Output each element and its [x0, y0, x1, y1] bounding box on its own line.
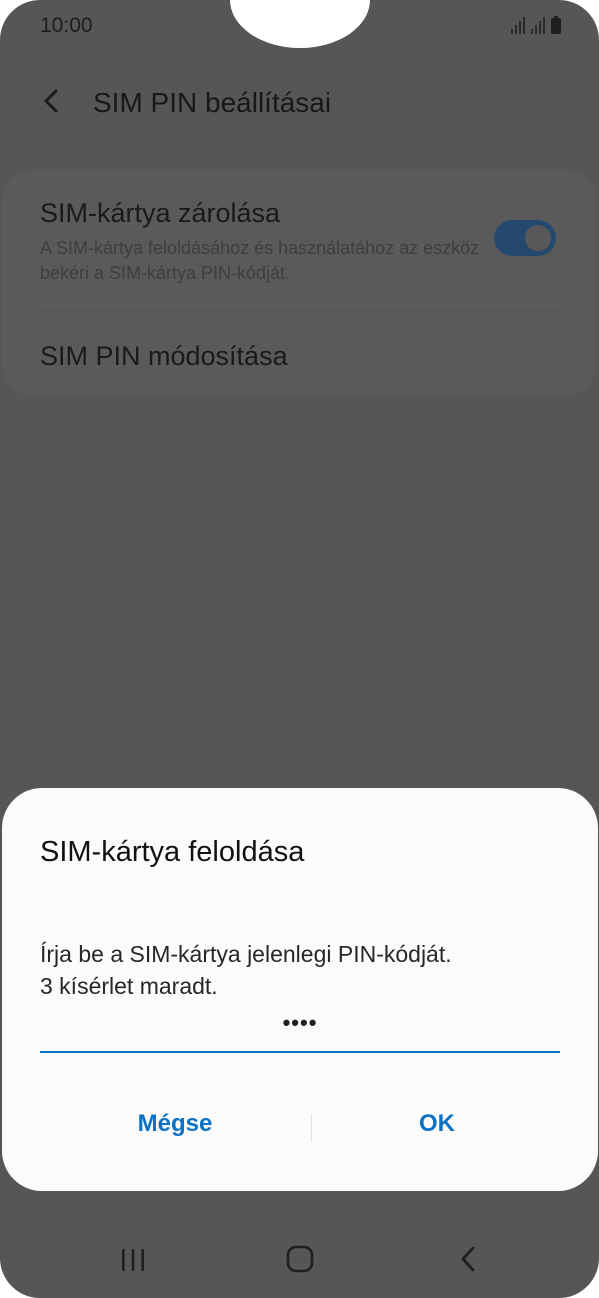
ok-button[interactable]: OK	[362, 1110, 512, 1138]
dialog-message-line1: Írja be a SIM-kártya jelenlegi PIN-kódjá…	[40, 941, 452, 967]
back-icon[interactable]	[455, 1244, 481, 1274]
page-title: SIM PIN beállításai	[93, 87, 332, 118]
status-bar: 10:00	[0, 0, 599, 56]
sim-lock-title: SIM-kártya zárolása	[40, 198, 281, 228]
toggle-knob	[522, 222, 554, 254]
dialog-buttons: Mégse OK	[2, 1098, 598, 1158]
sim-lock-description: A SIM-kártya feloldásához és használatáh…	[40, 238, 480, 283]
status-icons	[511, 16, 561, 34]
sim-lock-toggle[interactable]	[494, 220, 556, 256]
pin-input[interactable]: ••••	[40, 1008, 560, 1053]
dialog-title: SIM-kártya feloldása	[40, 836, 305, 868]
change-pin-row[interactable]: SIM PIN módosítása	[2, 311, 596, 396]
pin-input-value: ••••	[282, 1010, 318, 1035]
dialog-message: Írja be a SIM-kártya jelenlegi PIN-kódjá…	[40, 938, 570, 1002]
home-icon[interactable]	[285, 1244, 315, 1274]
recents-icon[interactable]	[118, 1246, 148, 1274]
settings-card: SIM-kártya zárolása A SIM-kártya feloldá…	[2, 170, 596, 396]
button-separator	[311, 1114, 312, 1142]
unlock-sim-dialog: SIM-kártya feloldása Írja be a SIM-kárty…	[2, 788, 598, 1191]
chevron-left-icon[interactable]	[38, 86, 68, 116]
cancel-button[interactable]: Mégse	[100, 1110, 250, 1138]
signal-icon	[531, 16, 545, 34]
app-bar: SIM PIN beállításai	[0, 70, 599, 134]
status-time: 10:00	[40, 14, 93, 37]
signal-icon	[511, 16, 525, 34]
battery-icon	[551, 16, 561, 34]
sim-lock-row[interactable]: SIM-kártya zárolása A SIM-kártya feloldá…	[2, 170, 596, 310]
change-pin-title: SIM PIN módosítása	[40, 341, 288, 371]
phone-screen: 10:00 SIM PIN beállításai SIM-kártya zár…	[0, 0, 599, 1298]
attempts-remaining: 3 kísérlet maradt.	[40, 973, 218, 999]
navigation-bar	[0, 1220, 599, 1298]
